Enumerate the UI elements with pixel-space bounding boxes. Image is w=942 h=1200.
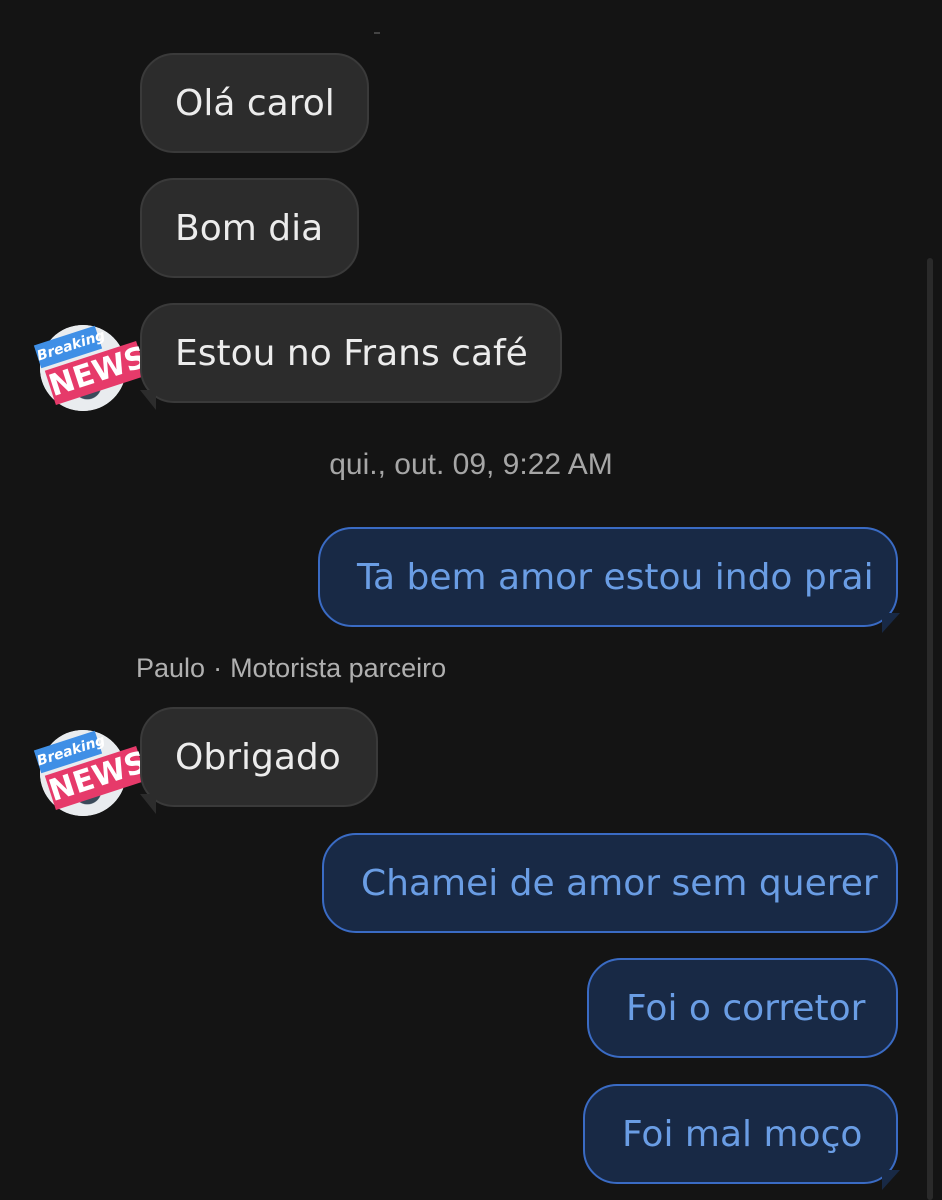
message-text: Ta bem amor estou indo prai bbox=[357, 556, 874, 598]
incoming-message-bubble[interactable]: Bom dia bbox=[140, 178, 359, 278]
message-text: Foi o corretor bbox=[626, 987, 866, 1029]
bubble-tail bbox=[140, 390, 156, 410]
incoming-message-bubble[interactable]: Estou no Frans café bbox=[140, 303, 562, 403]
bubble-tail bbox=[882, 613, 900, 633]
contact-avatar[interactable]: Breaking NEWS bbox=[33, 325, 151, 411]
outgoing-message-bubble[interactable]: Chamei de amor sem querer bbox=[322, 833, 898, 933]
message-text: Foi mal moço bbox=[622, 1113, 863, 1155]
outgoing-message-bubble[interactable]: Foi mal moço bbox=[583, 1084, 898, 1184]
sender-separator: · bbox=[213, 653, 223, 683]
sender-name: Paulo bbox=[136, 653, 206, 683]
incoming-message-bubble[interactable]: Olá carol bbox=[140, 53, 369, 153]
chat-screen: Olá carol Bom dia Breaking NEWS Estou no… bbox=[0, 0, 942, 1200]
sender-label: Paulo · Motorista parceiro bbox=[136, 653, 446, 684]
scrollbar[interactable] bbox=[927, 258, 933, 1200]
contact-avatar[interactable]: Breaking NEWS bbox=[33, 730, 151, 816]
outgoing-message-bubble[interactable]: Ta bem amor estou indo prai bbox=[318, 527, 898, 627]
incoming-message-bubble[interactable]: Obrigado bbox=[140, 707, 378, 807]
message-text: Estou no Frans café bbox=[175, 332, 528, 374]
divider bbox=[374, 32, 380, 34]
bubble-tail bbox=[140, 794, 156, 814]
message-text: Olá carol bbox=[175, 82, 335, 124]
message-text: Obrigado bbox=[175, 736, 341, 778]
message-text: Bom dia bbox=[175, 207, 324, 249]
message-text: Chamei de amor sem querer bbox=[361, 862, 878, 904]
sender-role: Motorista parceiro bbox=[230, 653, 447, 683]
outgoing-message-bubble[interactable]: Foi o corretor bbox=[587, 958, 898, 1058]
bubble-tail bbox=[882, 1170, 900, 1190]
message-timestamp: qui., out. 09, 9:22 AM bbox=[329, 448, 613, 481]
